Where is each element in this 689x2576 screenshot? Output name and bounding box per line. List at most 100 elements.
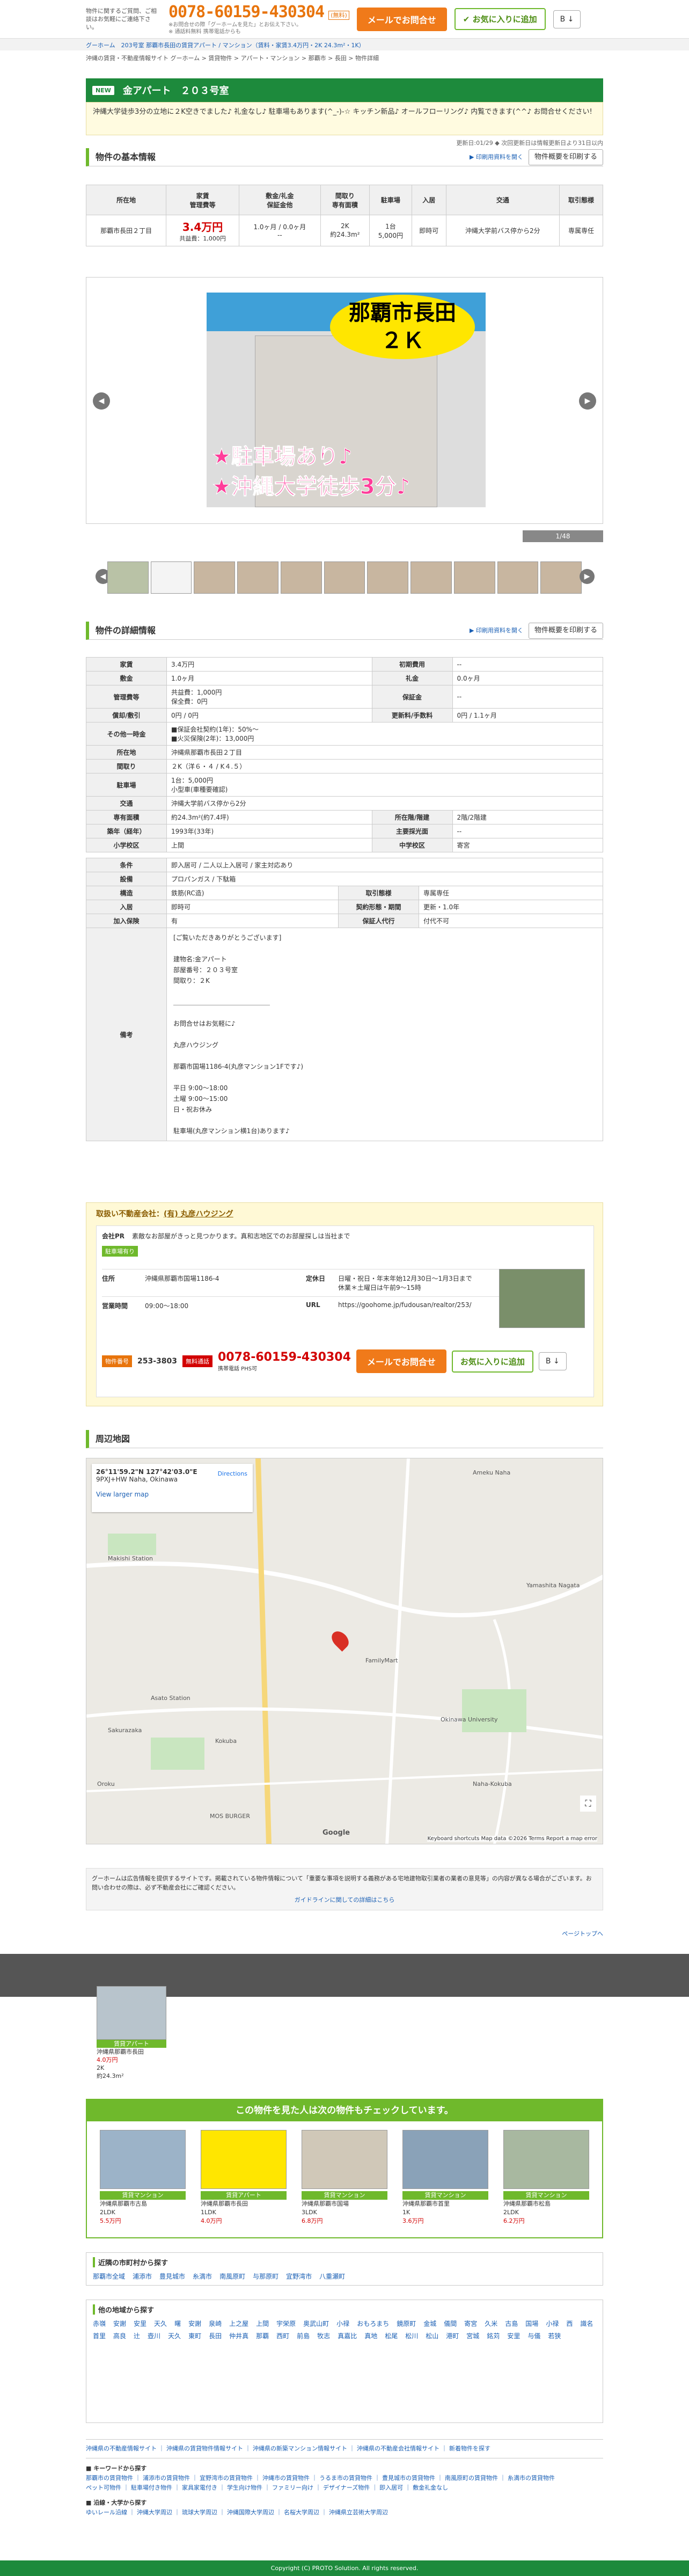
town-link[interactable]: 安里	[507, 2331, 520, 2340]
thumbnail[interactable]	[367, 561, 409, 594]
town-link[interactable]: 壺川	[148, 2331, 160, 2340]
city-link[interactable]: 那覇市全域	[93, 2272, 125, 2281]
footer-links-main[interactable]: 沖縄県の不動産情報サイト ｜ 沖縄県の賃貸物件情報サイト ｜ 沖縄県の新築マンシ…	[86, 2439, 603, 2458]
town-link[interactable]: 松川	[405, 2331, 418, 2340]
town-link[interactable]: 若狭	[548, 2331, 561, 2340]
reco-item[interactable]: 賃貸マンション 沖縄県那覇市古島 2LDK 5.5万円	[100, 2130, 186, 2225]
town-link[interactable]: 前島	[297, 2331, 310, 2340]
city-link[interactable]: 南風原町	[219, 2272, 245, 2281]
town-link[interactable]: 安謝	[188, 2319, 201, 2328]
directions-link[interactable]: Directions	[218, 1470, 247, 1477]
town-link[interactable]: 上之屋	[229, 2319, 248, 2328]
page-top-link[interactable]: ページトップへ	[562, 1930, 603, 1937]
town-link[interactable]: 銘苅	[487, 2331, 500, 2340]
town-link[interactable]: 東町	[188, 2331, 201, 2340]
agent-url[interactable]: https://goohome.jp/fudousan/realtor/253/	[338, 1301, 478, 1310]
town-link[interactable]: 上間	[256, 2319, 269, 2328]
thumbnail[interactable]	[497, 561, 539, 594]
print-button[interactable]: 物件概要を印刷する	[528, 623, 603, 639]
city-link[interactable]: 与那原町	[253, 2272, 278, 2281]
thumbnail[interactable]	[107, 561, 149, 594]
town-link[interactable]: 安里	[134, 2319, 146, 2328]
footer-links[interactable]: ペット可物件 ｜ 駐車場付き物件 ｜ 家具家電付き ｜ 学生向け物件 ｜ ファミ…	[86, 2483, 603, 2493]
agent-share-button[interactable]: B ↓	[538, 1352, 567, 1370]
breadcrumb[interactable]: 沖縄の賃貸・不動産情報サイト グーホーム > 賃貸物件 > アパート・マンション…	[0, 50, 689, 65]
town-link[interactable]: 牧志	[317, 2331, 330, 2340]
gallery-next-button[interactable]: ▶	[579, 392, 596, 410]
thumb-next-button[interactable]: ▶	[580, 569, 595, 584]
town-link[interactable]: 天久	[154, 2319, 167, 2328]
thumbnail[interactable]	[280, 561, 322, 594]
map-attribution[interactable]: Keyboard shortcuts Map data ©2026 Terms …	[427, 1836, 597, 1842]
reco-item[interactable]: 賃貸マンション 沖縄県那覇市首里 1K 3.6万円	[402, 2130, 488, 2225]
town-link[interactable]: 小禄	[336, 2319, 349, 2328]
town-link[interactable]: 天久	[168, 2331, 181, 2340]
town-link[interactable]: 奥武山町	[303, 2319, 329, 2328]
town-link[interactable]: 那覇	[256, 2331, 269, 2340]
thumbnail[interactable]	[453, 561, 495, 594]
print-button[interactable]: 物件概要を印刷する	[528, 149, 603, 165]
town-link[interactable]: 西	[566, 2319, 573, 2328]
town-link[interactable]: 赤嶺	[93, 2319, 106, 2328]
town-link[interactable]: 儀間	[444, 2319, 457, 2328]
main-photo[interactable]: 那覇市長田 ２Ｋ ★駐車場あり♪ ★沖縄大学徒歩3分♪	[207, 293, 486, 507]
town-link[interactable]: 松尾	[385, 2331, 398, 2340]
footer-links[interactable]: 那覇市の賃貸物件 ｜ 浦添市の賃貸物件 ｜ 宜野湾市の賃貸物件 ｜ 沖縄市の賃貸…	[86, 2473, 603, 2483]
town-link[interactable]: 港町	[446, 2331, 459, 2340]
town-link[interactable]: おもろまち	[357, 2319, 389, 2328]
map-embed[interactable]: 26°11'59.2"N 127°42'03.0"E 9PXJ+HW Naha,…	[86, 1458, 603, 1844]
thumbnail[interactable]	[150, 561, 192, 594]
town-link[interactable]: 辻	[134, 2331, 140, 2340]
town-link[interactable]: 識名	[580, 2319, 593, 2328]
town-link[interactable]: 仲井真	[229, 2331, 248, 2340]
agent-favorite-button[interactable]: お気に入りに追加	[451, 1350, 533, 1373]
town-link[interactable]: 泉崎	[209, 2319, 222, 2328]
town-link[interactable]: 宇栄原	[276, 2319, 296, 2328]
footer-links[interactable]: ゆいレール沿線 ｜ 沖縄大学周辺 ｜ 琉球大学周辺 ｜ 沖縄国際大学周辺 ｜ 名…	[86, 2508, 603, 2517]
town-link[interactable]: 久米	[485, 2319, 497, 2328]
disclaimer-link[interactable]: ガイドラインに関しての詳細はこちら	[295, 1896, 395, 1903]
reco-item[interactable]: 賃貸マンション 沖縄県那覇市松島 2LDK 6.2万円	[503, 2130, 589, 2225]
view-larger-map-link[interactable]: View larger map	[96, 1491, 248, 1498]
share-button[interactable]: B ↓	[553, 10, 581, 28]
city-link[interactable]: 浦添市	[133, 2272, 152, 2281]
town-link[interactable]: 安謝	[113, 2319, 126, 2328]
thumbnail[interactable]	[324, 561, 365, 594]
history-item[interactable]: 賃貸アパート 沖縄県那覇市長田 4.0万円 2K 約24.3m²	[97, 1986, 172, 2088]
town-link[interactable]: 高良	[113, 2331, 126, 2340]
town-link[interactable]: 小禄	[546, 2319, 559, 2328]
favorite-button[interactable]: ✔ お気に入りに追加	[454, 8, 546, 30]
pdf-link[interactable]: ▶ 印刷用資料を開く	[470, 148, 523, 166]
thumbnail[interactable]	[237, 561, 278, 594]
town-link[interactable]: 真嘉比	[338, 2331, 357, 2340]
town-link[interactable]: 真地	[364, 2331, 377, 2340]
reco-item[interactable]: 賃貸マンション 沖縄県那覇市国場 3LDK 6.8万円	[302, 2130, 387, 2225]
city-link[interactable]: 宜野湾市	[286, 2272, 312, 2281]
town-link[interactable]: 国場	[525, 2319, 538, 2328]
town-link[interactable]: 鏡原町	[397, 2319, 416, 2328]
city-link[interactable]: 糸満市	[193, 2272, 212, 2281]
fullscreen-icon[interactable]: ⛶	[580, 1796, 596, 1812]
town-link[interactable]: 長田	[209, 2331, 222, 2340]
gallery-prev-button[interactable]: ◀	[93, 392, 110, 410]
agent-name-link[interactable]: (有) 丸彦ハウジング	[164, 1210, 233, 1218]
town-link[interactable]: 松山	[426, 2331, 438, 2340]
city-link[interactable]: 豊見城市	[159, 2272, 185, 2281]
page-summary-breadcrumb[interactable]: グーホーム 203号室 那覇市長田の賃貸アパート / マンション（賃料・家賃3.…	[0, 39, 689, 50]
agent-phone[interactable]: 0078-60159-430304	[218, 1351, 351, 1364]
phone-number[interactable]: 0078-60159-430304	[168, 3, 325, 21]
town-link[interactable]: 首里	[93, 2331, 106, 2340]
town-link[interactable]: 与儀	[527, 2331, 540, 2340]
town-link[interactable]: 金城	[423, 2319, 436, 2328]
thumbnail[interactable]	[540, 561, 582, 594]
town-link[interactable]: 西町	[276, 2331, 289, 2340]
thumbnail[interactable]	[411, 561, 452, 594]
reco-item[interactable]: 賃貸アパート 沖縄県那覇市長田 1LDK 4.0万円	[201, 2130, 287, 2225]
thumbnail[interactable]	[194, 561, 236, 594]
town-link[interactable]: 古島	[505, 2319, 518, 2328]
agent-mail-button[interactable]: メールでお問合せ	[356, 1349, 446, 1373]
town-link[interactable]: 曙	[174, 2319, 181, 2328]
mail-contact-button[interactable]: メールでお問合せ	[356, 7, 447, 31]
town-link[interactable]: 宮城	[466, 2331, 479, 2340]
town-link[interactable]: 寄宮	[464, 2319, 477, 2328]
